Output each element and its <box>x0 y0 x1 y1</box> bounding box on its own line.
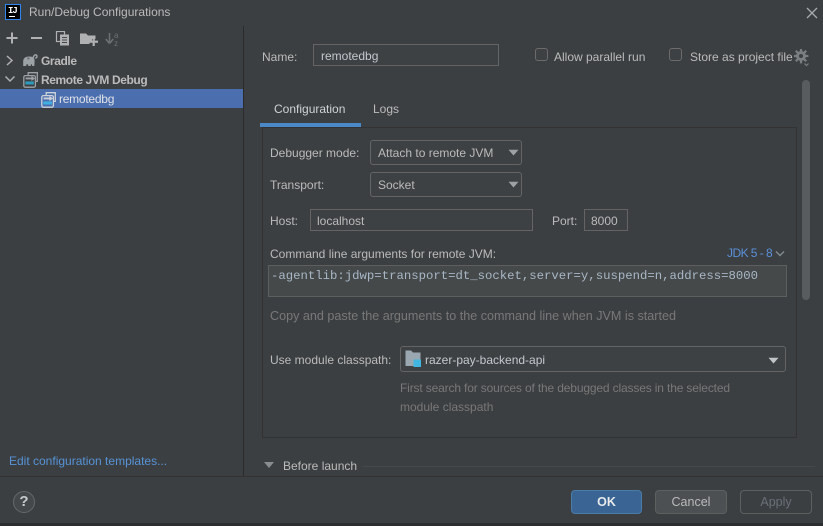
svg-text:z: z <box>114 39 118 47</box>
